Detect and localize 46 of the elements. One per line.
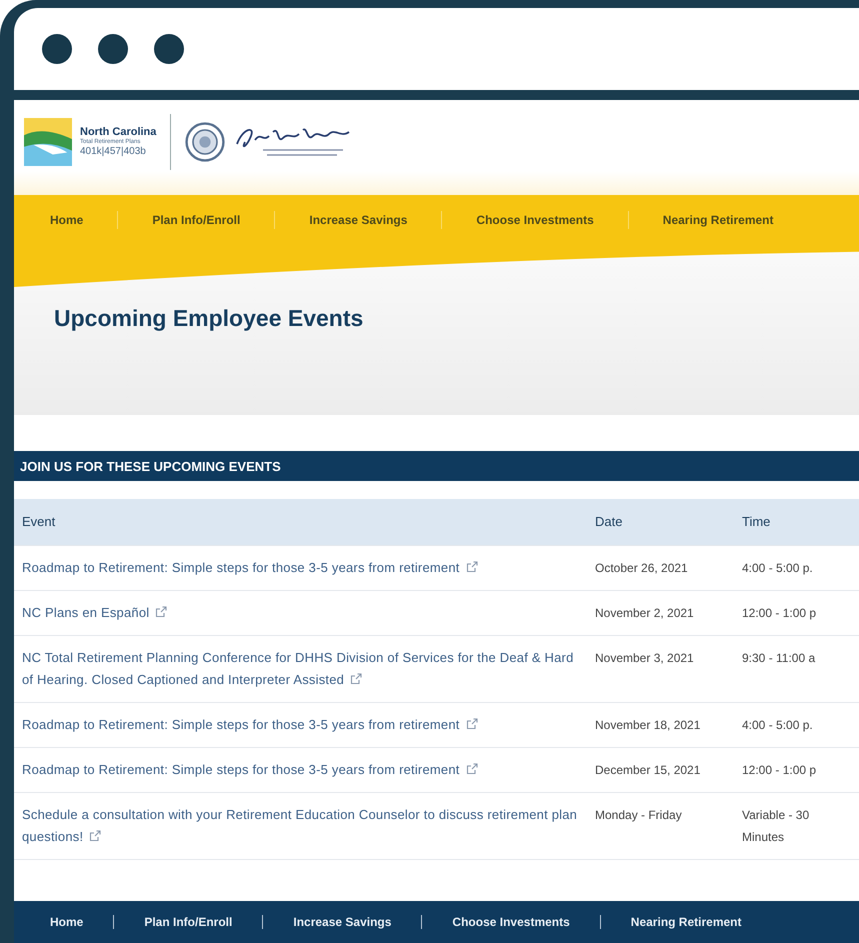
event-link[interactable]: NC Plans en Español	[22, 602, 581, 624]
external-link-icon	[466, 561, 478, 573]
external-link-icon	[155, 606, 168, 618]
event-link[interactable]: Schedule a consultation with your Retirement Education Counselor to discuss retirement plan questions!	[22, 804, 581, 848]
external-link-icon	[466, 718, 478, 730]
date-cell-text: December 15, 2021	[595, 762, 702, 779]
footer-nav-link[interactable]: Nearing Retirement	[618, 915, 754, 929]
date-cell-text: November 2, 2021	[595, 605, 695, 622]
time-cell-text: Variable - 30 Minutes	[742, 807, 810, 846]
date-cell-text: October 26, 2021	[595, 560, 689, 577]
footer-nav-link[interactable]: Home	[38, 915, 96, 929]
external-link-icon	[89, 830, 102, 842]
landscape-logo-icon	[24, 118, 72, 166]
nav-link[interactable]: Increase Savings	[295, 213, 422, 227]
event-link[interactable]: Roadmap to Retirement: Simple steps for those 3-5 years from retirement	[22, 714, 581, 736]
time-cell-text: 12:00 - 1:00 p	[742, 605, 818, 622]
time-cell-text: 4:00 - 5:00 p.	[742, 560, 814, 577]
window-dot-icon	[154, 34, 184, 64]
window-dot-icon	[42, 34, 72, 64]
logo-title: North Carolina	[80, 126, 156, 138]
date-cell-text: November 3, 2021	[595, 650, 695, 667]
column-header: Event	[22, 513, 56, 531]
event-link[interactable]: Roadmap to Retirement: Simple steps for those 3-5 years from retirement	[22, 759, 581, 781]
seal-icon	[185, 122, 226, 162]
time-cell-text: 12:00 - 1:00 p	[742, 762, 818, 779]
nav-link[interactable]: Plan Info/Enroll	[138, 213, 254, 227]
date-cell-text: November 18, 2021	[595, 717, 702, 734]
page-title: Upcoming Employee Events	[54, 305, 364, 332]
event-link[interactable]: NC Total Retirement Planning Conference for DHHS Division of Services for the Deaf & Hard of Hearing. Closed Captioned and Interpreter Assisted	[22, 647, 581, 691]
column-header: Date	[595, 513, 624, 531]
footer-nav-link[interactable]: Choose Investments	[440, 915, 582, 929]
logo-plans: 401k|457|403b	[80, 146, 147, 158]
external-link-icon	[350, 673, 362, 685]
column-header: Time	[742, 513, 772, 531]
nav-link[interactable]: Nearing Retirement	[648, 213, 788, 227]
date-cell-text: Monday - Friday	[595, 807, 683, 824]
time-cell-text: 9:30 - 11:00 a	[742, 650, 816, 667]
external-link-icon	[466, 763, 478, 775]
footer-nav-link[interactable]: Increase Savings	[281, 915, 404, 929]
event-link[interactable]: Roadmap to Retirement: Simple steps for those 3-5 years from retirement	[22, 557, 581, 579]
footer-nav-link[interactable]: Plan Info/Enroll	[132, 915, 244, 929]
nav-link[interactable]: Home	[36, 213, 98, 227]
section-heading: JOIN US FOR THESE UPCOMING EVENTS	[20, 458, 281, 474]
time-cell-text: 4:00 - 5:00 p.	[742, 717, 814, 734]
window-dot-icon	[98, 34, 128, 64]
nav-link[interactable]: Choose Investments	[462, 213, 608, 227]
